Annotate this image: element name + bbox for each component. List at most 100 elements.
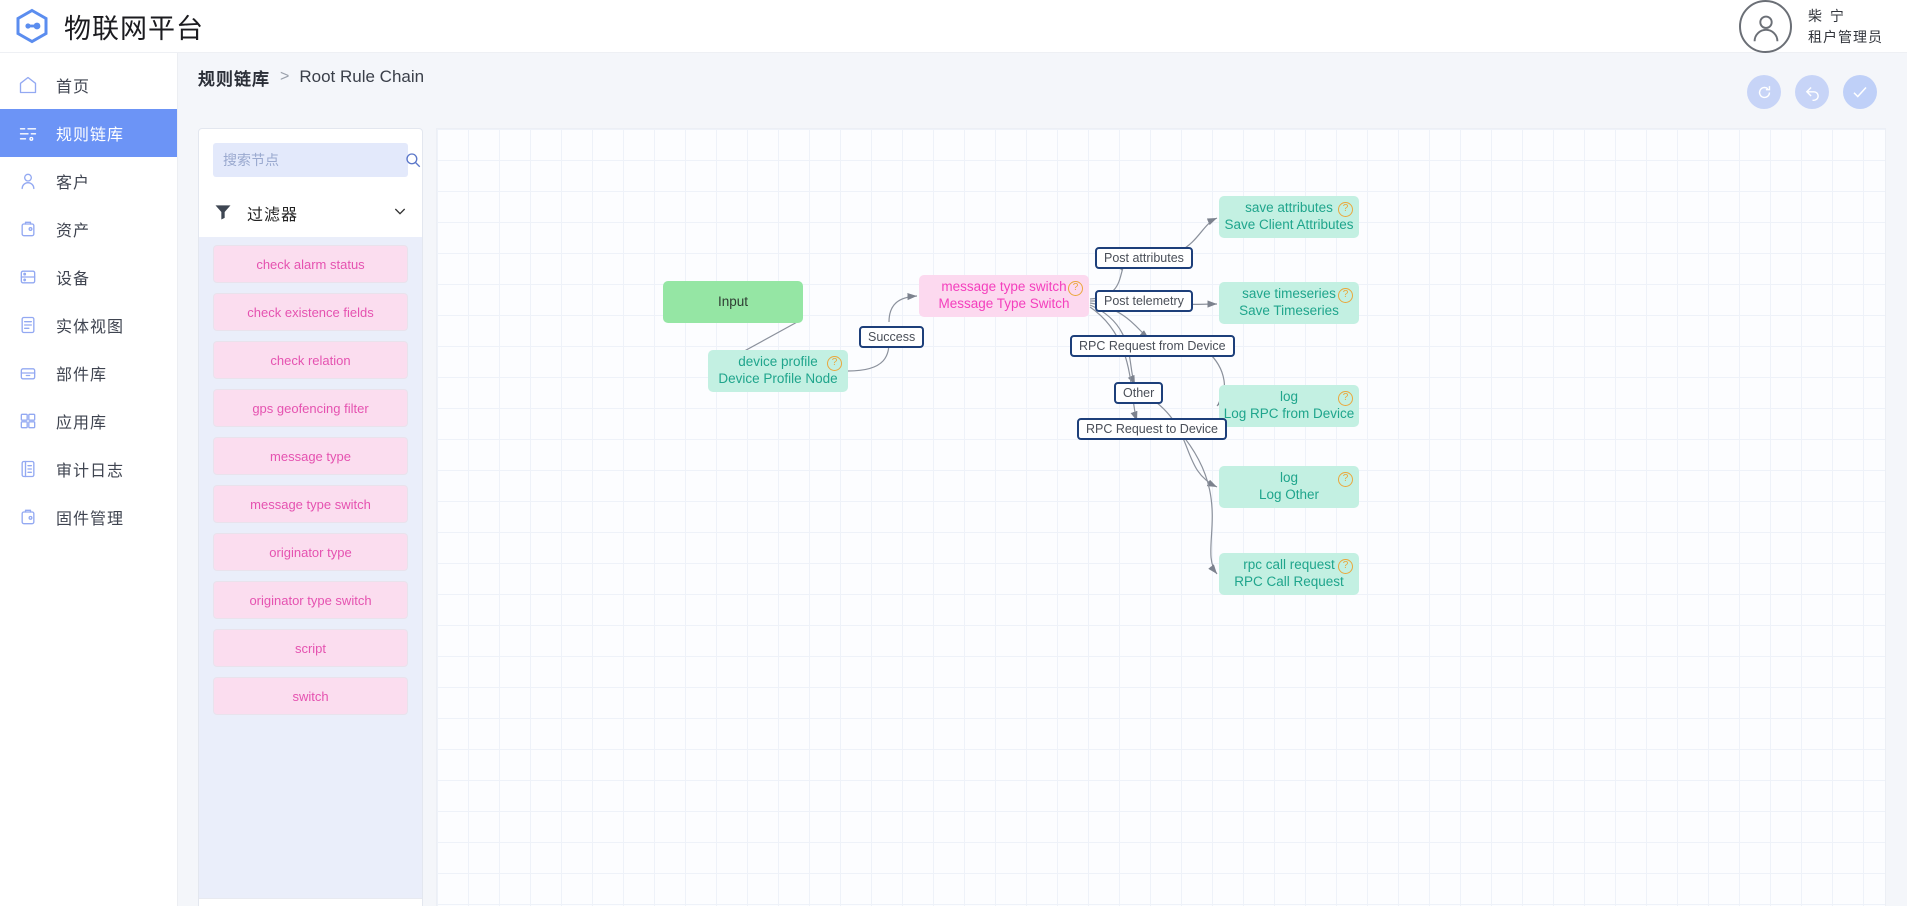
canvas-node-save-timeseries[interactable]: save timeseries Save Timeseries? [1219, 282, 1359, 324]
breadcrumb: 规则链库 > Root Rule Chain [178, 53, 1907, 101]
sidebar-item-label: 实体视图 [56, 319, 125, 336]
sidebar-item-6[interactable]: 部件库 [0, 349, 177, 397]
help-icon[interactable]: ? [1338, 472, 1353, 487]
edge-label-other[interactable]: Other [1114, 382, 1164, 404]
node-subtitle: Device Profile Node [718, 371, 838, 386]
palette-node-chip[interactable]: script [213, 629, 408, 667]
audit-log-icon [18, 459, 38, 479]
breadcrumb-root[interactable]: 规则链库 [198, 65, 270, 90]
sidebar-item-7[interactable]: 应用库 [0, 397, 177, 445]
palette-group-filters[interactable]: 过滤器 [199, 189, 422, 237]
palette-search-wrap [199, 129, 422, 189]
help-icon[interactable]: ? [1338, 202, 1353, 217]
node-subtitle: Save Timeseries [1239, 303, 1339, 318]
user-block[interactable]: 柴 宁 租户管理员 [1739, 0, 1883, 53]
sidebar-item-5[interactable]: 实体视图 [0, 301, 177, 349]
chevron-down-icon[interactable] [392, 203, 408, 224]
palette-node-chip[interactable]: gps geofencing filter [213, 389, 408, 427]
revert-button[interactable] [1747, 75, 1781, 109]
rule-chain-canvas[interactable]: Input device profile Device Profile Node? m… [436, 128, 1886, 906]
sidebar-item-8[interactable]: 审计日志 [0, 445, 177, 493]
user-name: 柴 宁 [1808, 7, 1846, 24]
canvas-node-device-profile[interactable]: device profile Device Profile Node? [708, 350, 848, 392]
apply-button[interactable] [1843, 75, 1877, 109]
asset-icon [18, 219, 38, 239]
device-icon [18, 267, 38, 287]
search-box[interactable] [213, 143, 421, 177]
palette-node-chip[interactable]: check relation [213, 341, 408, 379]
breadcrumb-leaf: Root Rule Chain [299, 67, 425, 86]
sidebar-item-label: 规则链库 [56, 127, 125, 144]
refresh-ccw-icon [1758, 85, 1770, 98]
home-icon [18, 75, 38, 95]
palette-group-attributes[interactable]: 属性集 [199, 899, 422, 906]
node-subtitle: Log RPC from Device [1223, 406, 1355, 421]
help-icon[interactable]: ? [1338, 559, 1353, 574]
palette-node-chip[interactable]: message type [213, 437, 408, 475]
sidebar-item-9[interactable]: 固件管理 [0, 493, 177, 541]
palette-node-chip[interactable]: check existence fields [213, 293, 408, 331]
palette-group-filters-label: 过滤器 [247, 207, 299, 224]
canvas-node-msg-type-switch[interactable]: message type switch Message Type Switch? [919, 275, 1089, 317]
sidebar-item-label: 应用库 [56, 415, 108, 432]
edge-label-success[interactable]: Success [859, 326, 925, 348]
toolbar-actions [1747, 75, 1877, 109]
node-title: rpc call request [1243, 557, 1335, 573]
canvas-node-log-rpc[interactable]: log Log RPC from Device? [1219, 385, 1359, 427]
sidebar: 首页规则链库客户资产设备实体视图部件库应用库审计日志 固件管理 [0, 53, 178, 906]
rule-chain-icon [18, 123, 38, 143]
search-input[interactable] [223, 152, 404, 168]
node-title: message type switch [941, 279, 1067, 295]
sidebar-item-0[interactable]: 首页 [0, 61, 177, 109]
sidebar-item-2[interactable]: 客户 [0, 157, 177, 205]
node-title: log [1279, 470, 1298, 486]
node-subtitle: Message Type Switch [938, 296, 1070, 311]
sidebar-item-label: 客户 [56, 175, 91, 192]
help-icon[interactable]: ? [1338, 391, 1353, 406]
edge-layer [707, 217, 1227, 575]
iot-cube-logo-icon [14, 8, 50, 44]
undo-button[interactable] [1795, 75, 1829, 109]
sidebar-item-3[interactable]: 资产 [0, 205, 177, 253]
help-icon[interactable]: ? [1338, 288, 1353, 303]
canvas-node-input[interactable]: Input [663, 281, 803, 323]
palette-node-chip[interactable]: check alarm status [213, 245, 408, 283]
funnel-icon [213, 202, 235, 224]
user-avatar-icon [1739, 0, 1792, 53]
entity-view-icon [18, 315, 38, 335]
palette-node-chip[interactable]: originator type [213, 533, 408, 571]
help-icon[interactable]: ? [827, 356, 842, 371]
brand-title: 物联网平台 [64, 13, 204, 44]
sidebar-item-label: 首页 [56, 79, 91, 96]
node-title: save attributes [1245, 200, 1333, 216]
node-subtitle: RPC Call Request [1234, 574, 1344, 589]
dashboard-icon [18, 411, 38, 431]
sidebar-item-label: 部件库 [56, 367, 108, 384]
sidebar-item-label: 资产 [56, 223, 91, 240]
palette-node-chip[interactable]: switch [213, 677, 408, 715]
canvas-node-rpc-call[interactable]: rpc call request RPC Call Request? [1219, 553, 1359, 595]
node-title: device profile [738, 354, 818, 370]
edge-label-post-telemetry[interactable]: Post telemetry [1095, 290, 1193, 312]
help-icon[interactable]: ? [1068, 281, 1083, 296]
canvas-node-log-other[interactable]: log Log Other? [1219, 466, 1359, 508]
edge-label-rpc-from-device[interactable]: RPC Request from Device [1070, 335, 1235, 357]
sidebar-item-1[interactable]: 规则链库 [0, 109, 177, 157]
user-info: 柴 宁 租户管理员 [1808, 6, 1883, 48]
canvas-node-save-attributes[interactable]: save attributes Save Client Attributes? [1219, 196, 1359, 238]
top-bar: 物联网平台 柴 宁 租户管理员 [0, 0, 1907, 53]
arrow-back-icon [1805, 86, 1819, 101]
palette-node-chip[interactable]: originator type switch [213, 581, 408, 619]
app-root: 物联网平台 柴 宁 租户管理员 首页 规则链库 客户 资产 设备 实体视图 部件库 应用库 审计… [0, 0, 1907, 906]
sidebar-item-4[interactable]: 设备 [0, 253, 177, 301]
user-role: 租户管理员 [1808, 28, 1883, 45]
palette-filter-list: check alarm status check existence fields… [199, 237, 422, 898]
node-subtitle: Log Other [1258, 487, 1320, 502]
palette-node-chip[interactable]: message type switch [213, 485, 408, 523]
search-icon[interactable] [404, 151, 422, 169]
edge-label-post-attributes[interactable]: Post attributes [1095, 247, 1193, 269]
node-title: log [1279, 389, 1298, 405]
edge-label-rpc-to-device[interactable]: RPC Request to Device [1077, 418, 1228, 440]
node-palette: 过滤器 check alarm status check existence fi… [198, 128, 423, 906]
node-title: save timeseries [1242, 286, 1336, 302]
